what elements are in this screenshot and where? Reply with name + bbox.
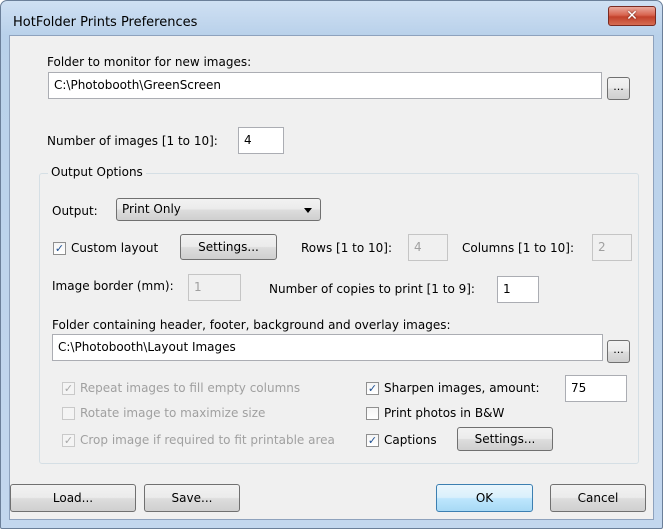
cancel-button[interactable]: Cancel: [550, 484, 646, 512]
captions-settings-button[interactable]: Settings...: [457, 427, 553, 451]
rows-input[interactable]: 4: [408, 234, 448, 261]
ok-button[interactable]: OK: [436, 484, 533, 512]
cancel-button-label: Cancel: [577, 491, 619, 505]
rotate-image-label[interactable]: Rotate image to maximize size: [80, 406, 265, 420]
rows-label: Rows [1 to 10]:: [301, 241, 393, 255]
layout-folder-input[interactable]: C:\Photobooth\Layout Images: [52, 334, 603, 361]
check-icon: ✓: [54, 242, 65, 255]
monitor-folder-browse-button[interactable]: ...: [607, 77, 630, 100]
close-icon: ✕: [626, 8, 638, 24]
load-button-label: Load...: [52, 491, 94, 505]
custom-layout-checkbox[interactable]: ✓: [53, 242, 66, 255]
ok-button-label: OK: [475, 491, 494, 505]
save-button-label: Save...: [171, 491, 213, 505]
dialog-client-area: Folder to monitor for new images: C:\Pho…: [9, 35, 654, 520]
layout-folder-label: Folder containing header, footer, backgr…: [52, 318, 451, 332]
preferences-window: HotFolder Prints Preferences ✕ Folder to…: [0, 0, 663, 529]
sharpen-checkbox[interactable]: ✓: [366, 382, 379, 395]
columns-label: Columns [1 to 10]:: [462, 241, 575, 255]
repeat-images-label[interactable]: Repeat images to fill empty columns: [80, 381, 300, 395]
output-label: Output:: [52, 204, 98, 218]
check-icon: ✓: [63, 382, 74, 395]
monitor-folder-input[interactable]: C:\Photobooth\GreenScreen: [48, 72, 602, 99]
custom-layout-label[interactable]: Custom layout: [71, 241, 158, 255]
copies-label: Number of copies to print [1 to 9]:: [269, 282, 475, 296]
load-button[interactable]: Load...: [10, 484, 136, 512]
captions-checkbox[interactable]: ✓: [366, 434, 379, 447]
close-button[interactable]: ✕: [608, 6, 656, 26]
image-border-label: Image border (mm):: [52, 279, 174, 293]
window-title: HotFolder Prints Preferences: [13, 15, 198, 30]
output-options-title: Output Options: [48, 165, 146, 179]
bw-checkbox[interactable]: [366, 407, 379, 420]
num-images-label: Number of images [1 to 10]:: [47, 134, 218, 148]
rotate-image-checkbox[interactable]: [62, 407, 75, 420]
sharpen-amount-input[interactable]: 75: [565, 375, 627, 402]
save-button[interactable]: Save...: [144, 484, 240, 512]
layout-settings-button[interactable]: Settings...: [180, 234, 277, 260]
captions-label[interactable]: Captions: [384, 433, 437, 447]
copies-input[interactable]: 1: [497, 276, 539, 303]
sharpen-label[interactable]: Sharpen images, amount:: [384, 381, 540, 395]
layout-settings-label: Settings...: [198, 240, 259, 254]
captions-settings-label: Settings...: [474, 432, 536, 446]
title-bar[interactable]: HotFolder Prints Preferences ✕: [1, 1, 662, 35]
ellipsis-icon: ...: [613, 343, 624, 356]
bw-label[interactable]: Print photos in B&W: [384, 406, 504, 420]
check-icon: ✓: [367, 434, 378, 447]
check-icon: ✓: [367, 382, 378, 395]
image-border-input[interactable]: 1: [188, 274, 241, 301]
repeat-images-checkbox[interactable]: ✓: [62, 382, 75, 395]
chevron-down-icon: [304, 208, 312, 213]
layout-folder-browse-button[interactable]: ...: [607, 340, 630, 363]
output-select-value: Print Only: [122, 202, 181, 216]
columns-input[interactable]: 2: [592, 234, 632, 261]
ellipsis-icon: ...: [613, 80, 624, 93]
monitor-folder-label: Folder to monitor for new images:: [47, 55, 252, 69]
check-icon: ✓: [63, 434, 74, 447]
output-select[interactable]: Print Only: [116, 198, 321, 221]
crop-image-label[interactable]: Crop image if required to fit printable …: [80, 433, 335, 447]
crop-image-checkbox[interactable]: ✓: [62, 434, 75, 447]
num-images-input[interactable]: 4: [238, 127, 284, 154]
